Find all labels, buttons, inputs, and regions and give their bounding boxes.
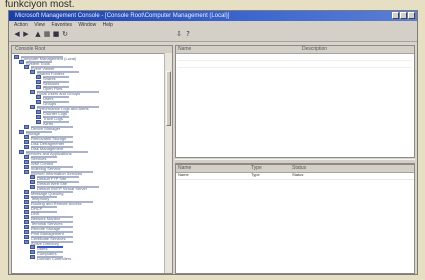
tree-scroll-thumb[interactable] (166, 71, 171, 126)
tree-pane: Console Root Computer Management (Local)… (11, 45, 173, 274)
menu-view[interactable]: View (34, 21, 45, 29)
remote-storage-icon (24, 224, 29, 229)
performance-icon (30, 104, 35, 109)
export-icon[interactable]: ⇩ (175, 31, 183, 38)
minimize-button[interactable] (392, 12, 399, 19)
disk-icon (24, 144, 29, 149)
lower-list-row: Name Type Status (176, 172, 414, 184)
upper-row-line (178, 67, 412, 68)
monitor-icon (24, 214, 29, 219)
forward-icon[interactable]: ▶ (22, 31, 30, 38)
directory-icon (24, 239, 29, 244)
computers-icon (30, 249, 35, 254)
menu-window[interactable]: Window (78, 21, 96, 29)
indexing-icon (24, 164, 29, 169)
show-hide-tree-icon[interactable]: ▦ (43, 31, 51, 38)
routing-icon (24, 199, 29, 204)
wmi-icon (24, 159, 29, 164)
lower-header-status[interactable]: Status (292, 165, 306, 172)
row-status[interactable]: Status (292, 172, 303, 178)
details-pane: Name Description Name Type Status Name T… (175, 45, 415, 274)
services-icon (24, 154, 29, 159)
menu-bar: Action View Favorites Window Help (9, 21, 417, 29)
trace-icon (36, 114, 41, 119)
storage-icon (19, 129, 24, 134)
computer-icon (14, 54, 19, 59)
details-lower-list: Name Type Status Name Type Status (175, 164, 415, 274)
alert-icon (36, 119, 41, 124)
refresh-icon[interactable]: ↻ (61, 31, 69, 38)
ftp-icon (30, 174, 35, 179)
upper-header-name[interactable]: Name (178, 46, 191, 53)
upper-header-description[interactable]: Description (302, 46, 327, 53)
page-caption: funkciyon most. (5, 0, 75, 10)
domain-controller-icon (30, 254, 35, 259)
counter-icon (36, 109, 41, 114)
maximize-button[interactable] (400, 12, 407, 19)
back-icon[interactable]: ◀ (13, 31, 21, 38)
title-bar: Microsoft Management Console - [Console … (9, 11, 417, 21)
queue-icon (24, 189, 29, 194)
window-title: Microsoft Management Console - [Console … (15, 13, 230, 19)
upper-list-header: Name Description (176, 46, 414, 54)
up-icon[interactable]: ▲ (34, 31, 42, 38)
defrag-icon (24, 139, 29, 144)
upper-row-line (178, 60, 412, 61)
share-icon (36, 74, 41, 79)
dns-icon (24, 209, 29, 214)
group-icon (36, 99, 41, 104)
details-upper-list: Name Description (175, 45, 415, 158)
tree-view: Computer Management (Local) System Tools… (12, 54, 164, 273)
tree-header: Console Root (12, 46, 172, 54)
lower-row-line (176, 179, 414, 180)
event-viewer-icon (24, 64, 29, 69)
row-name[interactable]: Name (178, 172, 189, 178)
toolbar: ◀ ▶ ▲ ▦ ■ ↻ ⇩ ? (9, 29, 417, 42)
row-type[interactable]: Type (251, 172, 260, 178)
smtp-icon (30, 184, 35, 189)
iis-icon (24, 169, 29, 174)
menu-favorites[interactable]: Favorites (51, 21, 72, 29)
mmc-window: Microsoft Management Console - [Console … (8, 10, 418, 275)
users-icon (30, 244, 35, 249)
web-site-icon (30, 179, 35, 184)
tree-scrollbar[interactable] (164, 53, 172, 273)
users-icon (30, 89, 35, 94)
device-manager-icon (24, 124, 29, 129)
terminal-icon (24, 219, 29, 224)
telephony-icon (24, 194, 29, 199)
printer-icon (24, 229, 29, 234)
dhcp-icon (24, 204, 29, 209)
folder-icon (30, 69, 35, 74)
user-icon (36, 94, 41, 99)
properties-icon[interactable]: ■ (52, 31, 60, 38)
close-button[interactable] (408, 12, 415, 19)
certificate-icon (24, 234, 29, 239)
folder-icon (19, 59, 24, 64)
file-icon (36, 84, 41, 89)
menu-action[interactable]: Action (14, 21, 28, 29)
menu-help[interactable]: Help (103, 21, 113, 29)
lower-header-name[interactable]: Name (178, 165, 191, 172)
tree-node[interactable]: Domain Controllers (30, 254, 71, 261)
services-apps-icon (19, 149, 24, 154)
removable-storage-icon (24, 134, 29, 139)
lower-header-type[interactable]: Type (251, 165, 262, 172)
session-icon (36, 79, 41, 84)
help-icon[interactable]: ? (184, 31, 192, 38)
